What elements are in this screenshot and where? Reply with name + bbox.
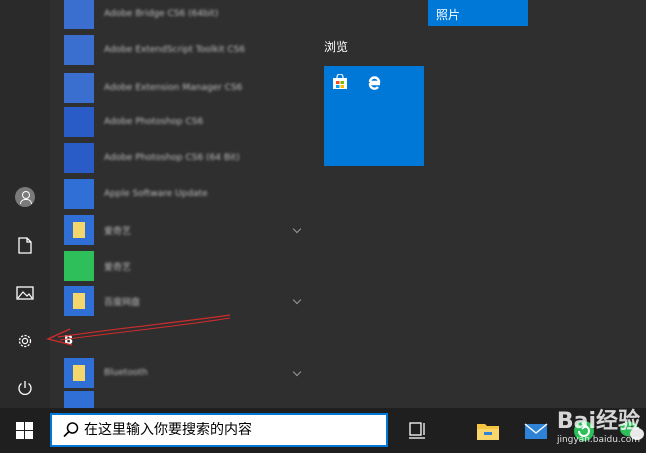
file-explorer-icon[interactable] xyxy=(474,418,502,444)
edge-icon[interactable] xyxy=(366,74,382,90)
photos-tile-label: 照片 xyxy=(436,8,461,22)
tile-group-label: 浏览 xyxy=(324,40,349,54)
start-menu: Adobe Bridge CS6 (64bit) Adobe ExtendScr… xyxy=(0,0,646,408)
task-view-icon[interactable] xyxy=(404,418,432,444)
chevron-down-icon[interactable] xyxy=(292,295,302,305)
power-icon xyxy=(18,381,32,395)
app-icon xyxy=(64,391,94,408)
app-list-item[interactable]: Adobe Bridge CS6 (64bit) xyxy=(50,0,306,32)
app-list-item[interactable] xyxy=(50,391,306,408)
app-name: Adobe Photoshop CS6 (64 Bit) xyxy=(104,153,240,163)
app-name: 爱奇艺 xyxy=(104,226,132,237)
app-icon xyxy=(64,179,94,209)
user-icon xyxy=(15,187,35,207)
app-list-item[interactable]: 爱奇艺 xyxy=(50,248,306,284)
chevron-down-icon[interactable] xyxy=(292,224,302,234)
folder-icon xyxy=(64,215,94,245)
picture-icon xyxy=(16,286,34,300)
taskbar xyxy=(0,408,646,453)
search-input[interactable] xyxy=(80,422,374,438)
chevron-down-icon[interactable] xyxy=(292,367,302,377)
app-list-item[interactable]: Adobe Extension Manager CS6 xyxy=(50,70,306,106)
app-name: 爱奇艺 xyxy=(104,262,132,273)
document-icon xyxy=(18,236,32,254)
app-icon xyxy=(64,107,94,137)
app-name: Apple Software Update xyxy=(104,189,208,199)
taskbar-search-box[interactable] xyxy=(50,413,388,447)
app-icon xyxy=(64,73,94,103)
app-icon xyxy=(64,251,94,281)
pictures-button[interactable] xyxy=(0,271,50,315)
app-icon xyxy=(64,35,94,65)
app-name: Adobe Photoshop CS6 xyxy=(104,117,204,127)
watermark: Bai经验 jingyan.baidu.com xyxy=(556,409,640,446)
user-account-button[interactable] xyxy=(0,175,50,219)
search-icon xyxy=(63,422,79,438)
documents-button[interactable] xyxy=(0,223,50,267)
app-icon xyxy=(64,143,94,173)
start-button[interactable] xyxy=(0,408,48,453)
power-button[interactable] xyxy=(0,366,50,410)
app-icon xyxy=(64,0,94,29)
watermark-brand: Bai经验 xyxy=(556,409,640,434)
app-name: Adobe ExtendScript Toolkit CS6 xyxy=(104,45,246,55)
watermark-url: jingyan.baidu.com xyxy=(556,435,640,445)
app-name: 百度网盘 xyxy=(104,297,141,308)
app-list-item[interactable]: Apple Software Update xyxy=(50,176,306,212)
gear-icon xyxy=(18,334,32,348)
folder-icon xyxy=(64,358,94,388)
browse-tile[interactable] xyxy=(324,66,424,166)
app-list-item[interactable]: Adobe Photoshop CS6 (64 Bit) xyxy=(50,140,306,176)
app-list-item[interactable]: Bluetooth xyxy=(50,355,306,391)
app-name: Bluetooth xyxy=(104,368,148,378)
app-list-item[interactable]: 爱奇艺 xyxy=(50,212,306,248)
app-name: Adobe Extension Manager CS6 xyxy=(104,83,243,93)
app-list-item[interactable]: Adobe ExtendScript Toolkit CS6 xyxy=(50,32,306,68)
store-icon[interactable] xyxy=(332,74,348,90)
annotation-arrow xyxy=(46,314,231,346)
app-name: Adobe Bridge CS6 (64bit) xyxy=(104,9,219,19)
app-list-item[interactable]: Adobe Photoshop CS6 xyxy=(50,104,306,140)
start-icon xyxy=(15,422,33,439)
mail-icon[interactable] xyxy=(522,418,550,444)
photos-tile[interactable]: 照片 xyxy=(428,0,528,26)
